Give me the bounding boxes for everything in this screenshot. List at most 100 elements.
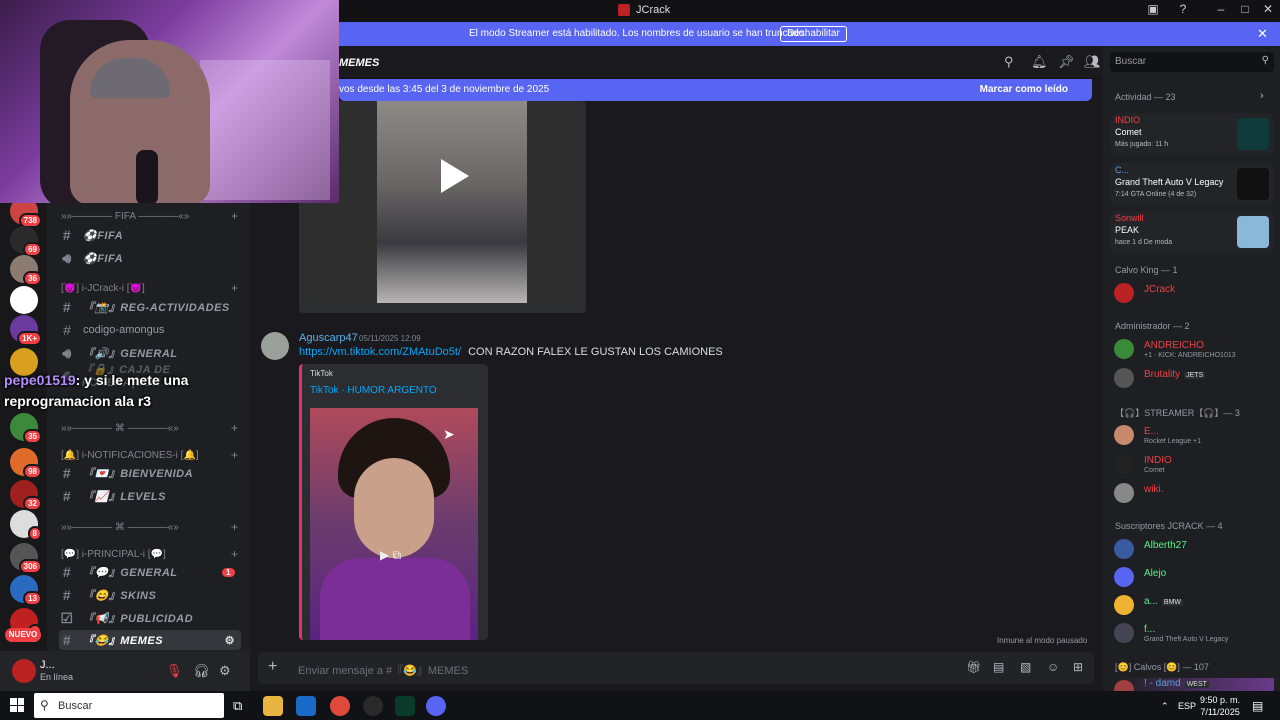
new-messages-bar[interactable]: vos desde las 3:45 del 3 de noviembre de… (339, 79, 1092, 101)
member-item[interactable]: Alejo (1114, 565, 1274, 589)
mute-mic-icon[interactable]: 🎙︎ (166, 663, 183, 679)
taskbar-search[interactable]: ⚲ Buscar (34, 693, 224, 718)
search-icon[interactable]: ⚲ (1262, 55, 1269, 66)
member-item[interactable]: Brutality JETS (1114, 366, 1274, 390)
notifications-icon[interactable]: ▤ (1252, 699, 1263, 713)
message-author[interactable]: Aguscarp47 (299, 332, 358, 344)
server-icon[interactable]: 1K+ (10, 315, 42, 346)
search-input[interactable]: Buscar ⚲ (1110, 52, 1274, 72)
close-window-icon[interactable]: ✕ (1258, 2, 1278, 16)
user-settings-icon[interactable]: ⚙ (219, 663, 231, 679)
add-channel-icon[interactable]: + (231, 520, 238, 534)
inbox-icon[interactable]: ▣ (1143, 2, 1163, 16)
server-icon[interactable] (10, 286, 38, 314)
channel-general-voice[interactable]: 🔊︎ 『🔊』GENERAL (59, 343, 241, 363)
server-icon[interactable]: 13 (10, 575, 42, 606)
channel-general[interactable]: # 『💬』GENERAL 1 (59, 562, 241, 582)
task-view-icon[interactable]: ⧉ (233, 698, 242, 714)
gif-icon[interactable]: ▤ (993, 660, 1004, 674)
chrome-icon[interactable] (330, 696, 350, 716)
windows-start-icon[interactable] (10, 698, 24, 712)
close-banner-icon[interactable]: ✕ (1257, 26, 1268, 42)
app-icon[interactable] (395, 696, 415, 716)
add-channel-icon[interactable]: + (231, 281, 238, 295)
gift-icon[interactable]: 🎁︎ (966, 660, 981, 674)
embed-title[interactable]: TikTok · HUMOR ARGENTO (310, 385, 437, 396)
member-item[interactable]: f... Grand Theft Auto V Legacy (1114, 621, 1274, 645)
obs-icon[interactable] (363, 696, 383, 716)
category-principal[interactable]: [💬] i-PRINCIPAL-i [💬] (61, 549, 166, 560)
channel-levels[interactable]: # 『📈』LEVELS (59, 486, 241, 506)
member-item[interactable]: JCrack (1114, 281, 1274, 305)
activity-card[interactable]: Sonwill PEAK hace 1 d De moda (1111, 211, 1273, 253)
server-badge: 32 (23, 496, 42, 511)
file-explorer-icon[interactable] (263, 696, 283, 716)
add-channel-icon[interactable]: + (231, 421, 238, 435)
server-icon[interactable]: 98 (10, 448, 42, 479)
chevron-up-icon[interactable]: ⌃ (1161, 701, 1169, 712)
sticker-icon[interactable]: ▧ (1020, 660, 1031, 674)
activity-card[interactable]: C... Grand Theft Auto V Legacy 7:14 GTA … (1111, 163, 1273, 205)
server-icon[interactable]: 32 (10, 480, 42, 511)
channel-fifa[interactable]: # ⚽FIFA (59, 225, 241, 245)
channel-reg-actividades[interactable]: # 『📸』REG-ACTIVIDADES (59, 297, 241, 317)
message-composer[interactable]: + Enviar mensaje a #『😂』MEMES 🎁︎ ▤ ▧ ☺ ⊞ (258, 652, 1094, 684)
category-notificaciones[interactable]: [🔔] i-NOTIFICACIONES-i [🔔] (61, 450, 199, 461)
threads-icon[interactable]: ⚲ (1004, 54, 1014, 70)
member-list-icon[interactable]: 👥︎ (1084, 54, 1101, 70)
speaker-icon: 🔊︎ (62, 344, 72, 361)
mark-as-read-button[interactable]: Marcar como leído (980, 84, 1068, 95)
server-icon[interactable]: 36 (10, 255, 42, 286)
message-input[interactable]: Enviar mensaje a #『😂』MEMES (298, 662, 468, 678)
channel-settings-icon[interactable]: ⚙ (225, 634, 235, 647)
unread-count-badge: 1 (222, 567, 235, 577)
add-channel-icon[interactable]: + (231, 547, 238, 561)
channel-bienvenida[interactable]: # 『💌』BIENVENIDA (59, 463, 241, 483)
discord-icon[interactable] (426, 696, 446, 716)
server-icon[interactable]: 8 (10, 510, 42, 541)
channel-publicidad[interactable]: ☑ 『📢』PUBLICIDAD (59, 608, 241, 628)
apps-icon[interactable]: ⊞ (1073, 660, 1083, 674)
server-icon[interactable]: 35 (10, 413, 42, 444)
help-icon[interactable]: ? (1173, 2, 1193, 16)
chevron-right-icon[interactable]: › (1260, 90, 1264, 102)
video-thumbnail[interactable] (309, 101, 575, 303)
bell-icon[interactable]: 🔔︎ (1031, 54, 1048, 70)
message-timestamp: 05/11/2025 12:09 (359, 334, 421, 343)
channel-skins[interactable]: # 『😄』SKINS (59, 585, 241, 605)
pin-icon[interactable]: 📌︎ (1058, 54, 1075, 70)
maximize-icon[interactable]: □ (1235, 2, 1255, 16)
emoji-icon[interactable]: ☺ (1047, 660, 1059, 674)
minimize-icon[interactable]: – (1211, 2, 1231, 16)
headphones-icon[interactable]: 🎧︎ (193, 663, 210, 679)
outlook-icon[interactable] (296, 696, 316, 716)
category-jcrack[interactable]: [😈] i-JCrack-i [😈] (61, 283, 145, 294)
attach-plus-icon[interactable]: + (268, 658, 277, 676)
add-channel-icon[interactable]: + (231, 448, 238, 462)
disable-streamer-button[interactable]: Deshabilitar (780, 26, 847, 42)
language-indicator[interactable]: ESP (1178, 701, 1196, 711)
category-fifa[interactable]: »»———— FIFA ————«» (61, 211, 189, 222)
user-name[interactable]: J... (40, 659, 55, 671)
message-link[interactable]: https://vm.tiktok.com/ZMAtuDo5t/ (299, 346, 461, 358)
member-item[interactable]: ! - damd WEST (1114, 678, 1274, 691)
member-item[interactable]: ANDREICHO +1 · KICK: ANDREICHO1013 (1114, 337, 1274, 361)
avatar[interactable] (261, 332, 289, 360)
member-item[interactable]: wiki. (1114, 481, 1274, 505)
add-channel-icon[interactable]: + (231, 209, 238, 223)
member-item[interactable]: Alberth27 (1114, 537, 1274, 561)
member-item[interactable]: INDIO Comet (1114, 452, 1274, 476)
embed-play-icon[interactable]: ▶ ⧉ (380, 548, 401, 563)
channel-memes[interactable]: # 『😂』MEMES ⚙ (59, 630, 241, 650)
activity-card[interactable]: INDIO Comet Más jugado: 11 h (1111, 113, 1273, 155)
avatar[interactable] (12, 659, 36, 683)
clock[interactable]: 9:50 p. m. 7/11/2025 (1200, 694, 1240, 718)
channel-codigo-amongus[interactable]: # codigo-amongus (59, 320, 241, 340)
member-sub: Rocket League +1 (1144, 438, 1202, 445)
play-icon[interactable] (427, 151, 477, 201)
server-icon[interactable]: 69 (10, 226, 42, 257)
member-item[interactable]: E... Rocket League +1 (1114, 423, 1274, 447)
channel-fifa-voice[interactable]: 🔊︎ ⚽FIFA (59, 248, 241, 268)
server-icon[interactable]: 306 (10, 543, 42, 574)
member-item[interactable]: a... BMW (1114, 593, 1274, 617)
